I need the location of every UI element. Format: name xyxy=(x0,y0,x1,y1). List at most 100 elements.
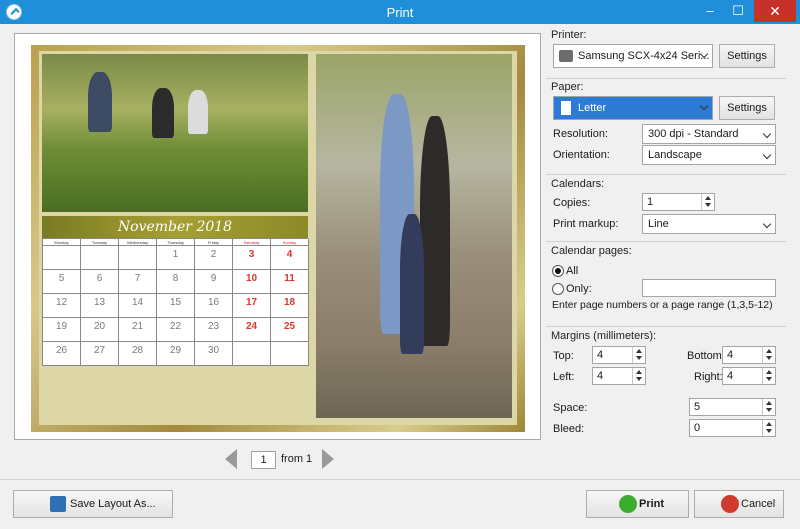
minimize-button[interactable]: – xyxy=(696,0,724,22)
spin-up-icon xyxy=(766,349,772,353)
calendars-divider xyxy=(546,174,786,175)
photo-figure xyxy=(152,88,174,138)
spin-down-icon xyxy=(636,356,642,360)
copies-label: Copies: xyxy=(553,197,591,209)
pages-all-radio[interactable] xyxy=(552,265,564,277)
calendar-day-cell: 23 xyxy=(195,318,233,342)
print-markup-select[interactable]: Line xyxy=(642,214,776,234)
family-photo-top-left xyxy=(42,54,308,212)
calendar-day-cell: 2 xyxy=(195,246,233,270)
paper-settings-button[interactable]: Settings xyxy=(719,96,775,120)
next-page-button[interactable] xyxy=(317,449,337,469)
calendar-page: November 2018 Monday Tuesday Wednesday Thur… xyxy=(31,45,525,432)
cancel-icon xyxy=(721,495,739,513)
margin-bottom-label: Bottom: xyxy=(687,350,725,362)
calendar-day-cell: 21 xyxy=(119,318,157,342)
calendar-day-cell: 1 xyxy=(157,246,195,270)
resolution-select[interactable]: 300 dpi - Standard xyxy=(642,124,776,144)
pages-hint: Enter page numbers or a page range (1,3,… xyxy=(552,299,773,311)
spin-up-icon xyxy=(766,401,772,405)
spin-down-icon xyxy=(636,377,642,381)
printer-icon xyxy=(559,50,573,62)
printer-settings-button[interactable]: Settings xyxy=(719,44,775,68)
margin-bottom-stepper[interactable]: 4 xyxy=(722,346,776,364)
paper-select[interactable]: Letter xyxy=(553,96,713,120)
spin-down-icon xyxy=(766,408,772,412)
checkmark-icon xyxy=(619,495,637,513)
margins-label: Margins (millimeters): xyxy=(551,330,657,342)
spin-arrows[interactable] xyxy=(762,420,775,436)
calendar-day-cell: 14 xyxy=(119,294,157,318)
spin-up-icon xyxy=(766,370,772,374)
window-title: Print xyxy=(386,5,414,20)
calendar-day-cell: 24 xyxy=(233,318,271,342)
calendar-day-cell: 30 xyxy=(195,342,233,366)
spin-arrows[interactable] xyxy=(762,347,775,363)
calendar-day-cell: 12 xyxy=(43,294,81,318)
bleed-stepper[interactable]: 0 xyxy=(689,419,776,437)
spin-up-icon xyxy=(705,196,711,200)
close-button[interactable]: ✕ xyxy=(754,0,796,22)
calendar-day-cell: 25 xyxy=(271,318,309,342)
resolution-label: Resolution: xyxy=(553,128,609,140)
printer-select[interactable]: Samsung SCX-4x24 Seri... xyxy=(553,44,713,68)
spin-arrows[interactable] xyxy=(632,368,645,384)
calendar-day-cell xyxy=(271,342,309,366)
calendar-pages-divider xyxy=(546,241,786,242)
calendar-day-cell: 6 xyxy=(81,270,119,294)
calendar-day-cell: 29 xyxy=(157,342,195,366)
calendar-day-cell: 27 xyxy=(81,342,119,366)
bleed-label: Bleed: xyxy=(553,423,585,435)
title-bar: Print – ☐ ✕ xyxy=(0,0,800,24)
print-preview: November 2018 Monday Tuesday Wednesday Thur… xyxy=(14,33,541,440)
margin-right-stepper[interactable]: 4 xyxy=(722,367,776,385)
calendar-day-cell: 22 xyxy=(157,318,195,342)
pages-only-label: Only: xyxy=(566,283,592,295)
calendar-day-cell: 19 xyxy=(43,318,81,342)
spin-down-icon xyxy=(766,429,772,433)
calendar-day-cell xyxy=(119,246,157,270)
spin-arrows[interactable] xyxy=(762,368,775,384)
calendar-day-cell: 7 xyxy=(119,270,157,294)
pages-only-radio[interactable] xyxy=(552,283,564,295)
cancel-button[interactable]: Cancel xyxy=(694,490,784,518)
maximize-button[interactable]: ☐ xyxy=(724,0,752,22)
margin-right-value: 4 xyxy=(727,370,734,382)
print-button[interactable]: Print xyxy=(586,490,689,518)
spin-arrows[interactable] xyxy=(762,399,775,415)
calendar-day-cell xyxy=(233,342,271,366)
copies-value: 1 xyxy=(647,196,654,208)
calendar-day-cell: 15 xyxy=(157,294,195,318)
previous-page-button[interactable] xyxy=(222,449,242,469)
margin-left-stepper[interactable]: 4 xyxy=(592,367,646,385)
arrow-left-icon xyxy=(225,449,237,469)
spin-arrows[interactable] xyxy=(701,194,714,210)
calendar-day-cell: 17 xyxy=(233,294,271,318)
spin-arrows[interactable] xyxy=(632,347,645,363)
calendar-day-cell: 16 xyxy=(195,294,233,318)
margin-left-value: 4 xyxy=(597,370,604,382)
copies-stepper[interactable]: 1 xyxy=(642,193,715,211)
space-label: Space: xyxy=(553,402,588,414)
page-number-input[interactable]: 1 xyxy=(251,451,276,469)
margin-right-label: Right: xyxy=(694,371,723,383)
orientation-select[interactable]: Landscape xyxy=(642,145,776,165)
family-photo-right xyxy=(316,54,512,418)
calendar-page-inner: November 2018 Monday Tuesday Wednesday Thur… xyxy=(39,51,517,425)
calendar-day-name: Wednesday xyxy=(119,239,157,246)
margin-top-stepper[interactable]: 4 xyxy=(592,346,646,364)
paper-divider xyxy=(546,78,786,79)
save-layout-button[interactable]: Save Layout As... xyxy=(13,490,173,518)
pages-all-label: All xyxy=(566,265,579,277)
paper-label: Paper: xyxy=(551,81,584,93)
margins-divider xyxy=(546,326,786,327)
space-stepper[interactable]: 5 xyxy=(689,398,776,416)
calendar-day-name: Saturday xyxy=(233,239,271,246)
arrow-right-icon xyxy=(322,449,334,469)
calendar-day-cell xyxy=(81,246,119,270)
spin-down-icon xyxy=(705,203,711,207)
spin-down-icon xyxy=(766,356,772,360)
pages-only-input[interactable] xyxy=(642,279,776,297)
printer-select-value: Samsung SCX-4x24 Seri... xyxy=(578,50,710,62)
calendar-day-cell: 5 xyxy=(43,270,81,294)
